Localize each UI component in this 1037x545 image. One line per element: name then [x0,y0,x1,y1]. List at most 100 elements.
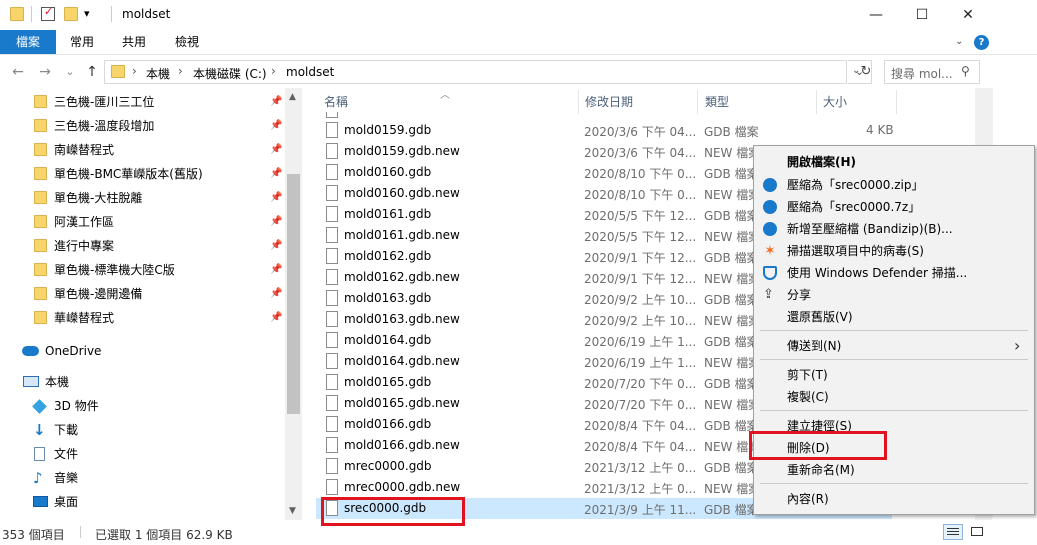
desktop-icon [33,496,48,507]
pin-icon: 📌 [270,240,283,251]
column-header-size[interactable]: 大小 [823,96,847,118]
large-icons-view-icon[interactable] [968,524,986,540]
sidebar-item-documents[interactable]: 文件 [0,442,285,466]
menu-label: 新增至壓縮檔 (Bandizip)(B)... [787,222,953,236]
folder-icon [34,95,47,108]
file-type: GDB 檔案 [704,461,759,475]
sidebar-item-label: 阿漢工作區 [54,215,115,229]
file-date: 2020/6/19 上午 1... [584,335,697,349]
menu-item-share[interactable]: ⇪ 分享 [754,284,1034,306]
back-button[interactable]: ← [8,62,28,82]
sidebar-item-3d-objects[interactable]: 3D 物件 [0,394,285,418]
details-view-icon[interactable] [943,524,963,540]
tab-view[interactable]: 檢視 [162,30,212,54]
column-divider[interactable] [578,90,579,114]
menu-item-scan-virus[interactable]: ✶ 掃描選取項目中的病毒(S) [754,240,1034,262]
bandizip-icon [763,222,777,236]
tab-file[interactable]: 檔案 [0,30,56,54]
file-icon [326,290,338,306]
sidebar-item-quick-5[interactable]: 單色機-大柱脫離 📌 [0,186,285,210]
forward-button[interactable]: → [35,62,55,82]
menu-item-rename[interactable]: 重新命名(M) [754,459,1034,481]
column-divider[interactable] [697,90,698,114]
close-button[interactable]: ✕ [945,0,991,30]
qat-customize-icon[interactable]: ▾ [84,7,90,20]
sidebar-item-downloads[interactable]: ↓ 下載 [0,418,285,442]
menu-item-send-to[interactable]: 傳送到(N) › [754,335,1034,357]
breadcrumb-this-pc[interactable]: 本機 [146,65,170,82]
tab-home[interactable]: 常用 [58,30,106,54]
properties-icon[interactable]: ✓ [41,5,55,21]
folder-icon [34,263,47,276]
sidebar-item-quick-8[interactable]: 單色機-標準機大陸C版 📌 [0,258,285,282]
recent-locations-button[interactable]: ⌄ [60,62,80,82]
sidebar-item-quick-6[interactable]: 阿漢工作區 📌 [0,210,285,234]
file-date: 2020/6/19 上午 1... [584,356,697,370]
menu-item-cut[interactable]: 剪下(T) [754,364,1034,386]
file-icon [326,122,338,138]
chevron-right-icon: › [178,64,183,78]
sidebar-item-onedrive[interactable]: OneDrive [0,339,285,363]
file-date: 2021/3/12 上午 0... [584,461,697,475]
address-bar[interactable]: › 本機 › 本機磁碟 (C:) › moldset ⌄ [104,60,860,84]
maximize-button[interactable]: ☐ [899,0,945,30]
sidebar-item-quick-1[interactable]: 三色機-匯川三工位 📌 [0,90,285,114]
sidebar-item-quick-3[interactable]: 南嶸替程式 📌 [0,138,285,162]
breadcrumb-moldset[interactable]: moldset [286,65,334,79]
menu-item-add-archive[interactable]: 新增至壓縮檔 (Bandizip)(B)... [754,218,1034,240]
tab-share[interactable]: 共用 [110,30,158,54]
file-icon [326,479,338,495]
menu-item-restore-versions[interactable]: 還原舊版(V) [754,306,1034,328]
pin-icon: 📌 [270,288,283,299]
column-divider[interactable] [816,90,817,114]
window-title: moldset [122,7,171,21]
file-row[interactable]: mold0159.gdb 2020/3/6 下午 04... GDB 檔案 4 KB [316,120,894,141]
scroll-up-icon[interactable]: ▲ [289,92,296,102]
refresh-button[interactable]: ↻ [856,62,876,82]
sidebar-item-this-pc[interactable]: 本機 [0,370,285,394]
file-date: 2021/3/12 上午 0... [584,482,697,496]
scroll-thumb[interactable] [287,174,300,414]
menu-item-defender-scan[interactable]: 使用 Windows Defender 掃描... [754,262,1034,284]
help-icon[interactable]: ? [974,35,989,50]
antivirus-icon: ✶ [764,243,776,259]
minimize-button[interactable]: — [853,0,899,30]
highlight-box-delete [749,431,887,460]
menu-item-copy[interactable]: 複製(C) [754,386,1034,408]
new-folder-icon[interactable] [64,7,78,21]
sidebar-item-quick-9[interactable]: 單色機-邊開邊備 📌 [0,282,285,306]
menu-item-zip[interactable]: 壓縮為「srec0000.zip」 [754,174,1034,196]
document-icon [34,447,45,461]
sidebar-scrollbar[interactable]: ▲ ▼ [285,88,302,520]
up-button[interactable]: ↑ [82,62,102,82]
sidebar-item-quick-10[interactable]: 華嶸替程式 📌 [0,306,285,330]
column-header-type[interactable]: 類型 [705,96,729,118]
menu-item-7z[interactable]: 壓縮為「srec0000.7z」 [754,196,1034,218]
sidebar-item-quick-2[interactable]: 三色機-溫度段增加 📌 [0,114,285,138]
folder-icon [34,311,47,324]
file-date: 2020/8/10 下午 0... [584,167,697,181]
file-date: 2020/3/6 下午 04... [584,146,697,160]
file-name: mrec0000.gdb.new [344,480,461,494]
sidebar-item-quick-4[interactable]: 單色機-BMC華嶸版本(舊版) 📌 [0,162,285,186]
sidebar-item-label: 單色機-大柱脫離 [54,191,143,205]
folder-icon [10,7,24,21]
ribbon-expand-icon[interactable]: ⌄ [955,36,963,47]
pin-icon: 📌 [270,96,283,107]
sidebar-item-music[interactable]: ♪ 音樂 [0,466,285,490]
breadcrumb-drive-c[interactable]: 本機磁碟 (C:) [193,65,267,82]
column-header-date[interactable]: 修改日期 [585,96,633,118]
sidebar-item-label: 音樂 [54,471,79,485]
bandizip-icon [763,200,777,214]
sidebar-item-desktop[interactable]: 桌面 [0,490,285,514]
scroll-down-icon[interactable]: ▼ [289,506,296,516]
sidebar-item-quick-7[interactable]: 進行中專案 📌 [0,234,285,258]
column-divider[interactable] [896,90,897,114]
sidebar-item-label: 單色機-BMC華嶸版本(舊版) [54,167,203,181]
search-input[interactable]: 搜尋 mol... ⚲ [884,60,980,84]
menu-item-properties[interactable]: 內容(R) [754,488,1034,510]
file-icon [326,227,338,243]
menu-item-open[interactable]: 開啟檔案(H) [754,151,1034,173]
share-icon: ⇪ [763,287,774,302]
